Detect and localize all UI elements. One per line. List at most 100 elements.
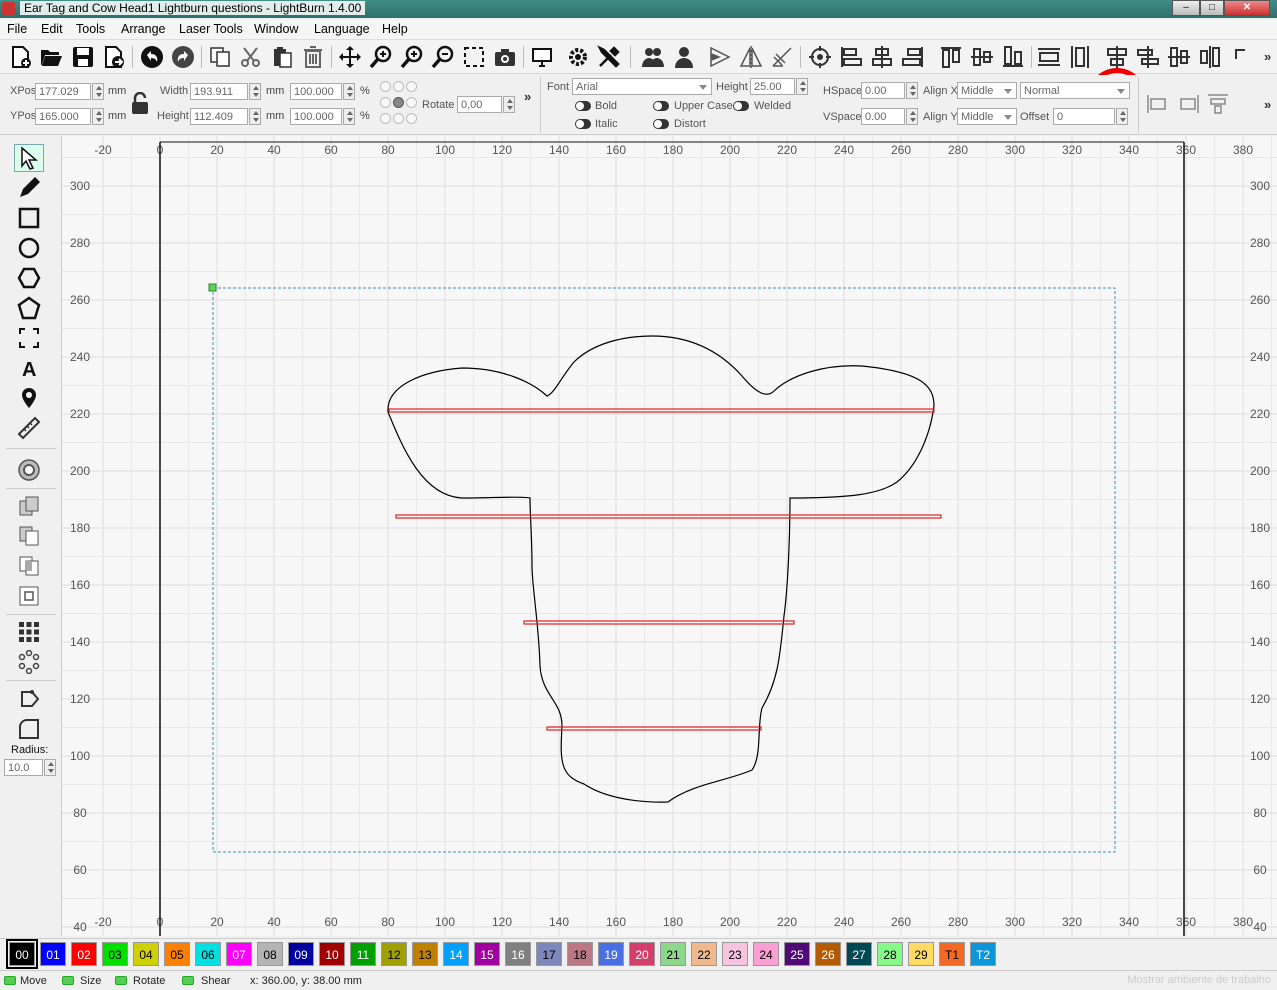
color-swatch-17[interactable]: 17 <box>536 942 562 966</box>
design-canvas[interactable]: -200204060801001201401601802002202402602… <box>62 136 1277 936</box>
align-middle-icon[interactable] <box>969 43 995 71</box>
color-swatch-19[interactable]: 19 <box>598 942 624 966</box>
radius-input[interactable]: 10.0 <box>4 759 43 776</box>
zoom-out-icon[interactable] <box>430 43 456 71</box>
boolean-intersect-icon[interactable] <box>14 552 44 580</box>
camera-icon[interactable] <box>492 43 518 71</box>
mirror-icon[interactable] <box>738 43 764 71</box>
delete-icon[interactable] <box>300 43 326 71</box>
color-swatch-25[interactable]: 25 <box>784 942 810 966</box>
zoom-in-icon[interactable] <box>368 43 394 71</box>
export-icon[interactable] <box>101 43 127 71</box>
corner-radius-icon[interactable] <box>14 715 44 743</box>
save-icon[interactable] <box>70 43 96 71</box>
italic-toggle[interactable] <box>575 119 591 129</box>
color-swatch-09[interactable]: 09 <box>288 942 314 966</box>
rotate-icon[interactable] <box>769 43 795 71</box>
shear-toggle-icon[interactable] <box>182 976 194 985</box>
center-icon[interactable] <box>807 43 833 71</box>
color-swatch-16[interactable]: 16 <box>505 942 531 966</box>
boolean-union-icon[interactable] <box>14 492 44 520</box>
pen-tool-icon[interactable] <box>14 174 44 202</box>
menu-laser-tools[interactable]: Laser Tools <box>177 22 245 36</box>
color-swatch-18[interactable]: 18 <box>567 942 593 966</box>
uppercase-toggle[interactable] <box>653 101 669 111</box>
pentagon-tool-icon[interactable] <box>14 294 44 322</box>
menu-arrange[interactable]: Arrange <box>119 22 167 36</box>
menu-language[interactable]: Language <box>312 22 372 36</box>
offset-spinner[interactable] <box>1116 108 1128 125</box>
grid-array-icon[interactable] <box>14 618 44 646</box>
distribute-v-icon[interactable] <box>1067 43 1093 71</box>
select-tool-icon[interactable] <box>14 144 44 172</box>
group-icon[interactable] <box>640 43 666 71</box>
corner-icon[interactable] <box>1230 43 1256 71</box>
width-percent-input[interactable]: 100.000 <box>290 83 342 100</box>
color-swatch-03[interactable]: 03 <box>102 942 128 966</box>
hspace-spinner[interactable] <box>906 82 918 99</box>
lock-icon[interactable] <box>130 91 150 116</box>
color-swatch-07[interactable]: 07 <box>226 942 252 966</box>
text-align-top-icon[interactable] <box>1206 93 1230 115</box>
center-vertical-icon[interactable] <box>1104 43 1130 71</box>
paste-icon[interactable] <box>269 43 295 71</box>
aligny-select[interactable]: Middle <box>957 108 1017 125</box>
xpos-input[interactable]: 177.029 <box>35 83 91 100</box>
align-center-icon[interactable] <box>869 43 895 71</box>
offset-tool-icon[interactable] <box>14 456 44 484</box>
width-percent-spinner[interactable] <box>343 83 355 100</box>
settings-gear-icon[interactable] <box>565 43 591 71</box>
width-spinner[interactable] <box>249 83 261 100</box>
color-swatch-20[interactable]: 20 <box>629 942 655 966</box>
boolean-difference-icon[interactable] <box>14 522 44 550</box>
vspace-input[interactable]: 0.00 <box>861 108 905 125</box>
alignx-select[interactable]: Middle <box>957 82 1017 99</box>
ypos-input[interactable]: 165.000 <box>35 108 91 125</box>
color-swatch-15[interactable]: 15 <box>474 942 500 966</box>
color-swatch-23[interactable]: 23 <box>722 942 748 966</box>
height-input[interactable]: 112.409 <box>190 108 248 125</box>
color-swatch-T2[interactable]: T2 <box>970 942 996 966</box>
hspace-input[interactable]: 0.00 <box>861 82 905 99</box>
close-button[interactable]: ✕ <box>1224 0 1270 16</box>
color-swatch-12[interactable]: 12 <box>381 942 407 966</box>
color-swatch-21[interactable]: 21 <box>660 942 686 966</box>
measure-ruler-icon[interactable] <box>14 414 44 442</box>
move-icon[interactable] <box>337 43 363 71</box>
new-file-icon[interactable] <box>8 43 34 71</box>
redo-icon[interactable] <box>170 43 196 71</box>
cut-icon[interactable] <box>238 43 264 71</box>
location-pin-icon[interactable] <box>14 384 44 412</box>
position-tool-icon[interactable] <box>14 324 44 352</box>
copy-icon[interactable] <box>207 43 233 71</box>
ypos-spinner[interactable] <box>92 108 104 125</box>
align-top-icon[interactable] <box>938 43 964 71</box>
radius-spinner[interactable] <box>44 759 56 776</box>
toolbar-more-button[interactable]: » <box>1264 49 1271 64</box>
color-swatch-08[interactable]: 08 <box>257 942 283 966</box>
height-percent-spinner[interactable] <box>343 108 355 125</box>
color-swatch-T1[interactable]: T1 <box>939 942 965 966</box>
align-v-middle-icon[interactable] <box>1166 43 1192 71</box>
color-swatch-13[interactable]: 13 <box>412 942 438 966</box>
rotate-spinner[interactable] <box>503 96 515 113</box>
open-folder-icon[interactable] <box>38 43 64 71</box>
move-toggle-icon[interactable] <box>4 976 16 985</box>
color-swatch-00[interactable]: 00 <box>6 939 38 969</box>
ellipse-tool-icon[interactable] <box>14 234 44 262</box>
rotate-toggle-icon[interactable] <box>115 976 127 985</box>
menu-window[interactable]: Window <box>252 22 300 36</box>
maximize-button[interactable]: □ <box>1200 0 1224 16</box>
undo-icon[interactable] <box>139 43 165 71</box>
color-swatch-14[interactable]: 14 <box>443 942 469 966</box>
color-swatch-24[interactable]: 24 <box>753 942 779 966</box>
text-style-select[interactable]: Normal <box>1020 82 1130 99</box>
polygon-tool-icon[interactable] <box>14 264 44 292</box>
text-height-input[interactable]: 25.00 <box>750 78 795 95</box>
text-tool-icon[interactable]: A <box>14 354 44 382</box>
convert-to-path-icon[interactable] <box>14 685 44 713</box>
tools-icon[interactable] <box>596 43 622 71</box>
color-swatch-06[interactable]: 06 <box>195 942 221 966</box>
color-swatch-04[interactable]: 04 <box>133 942 159 966</box>
distribute-h-icon[interactable] <box>1036 43 1062 71</box>
